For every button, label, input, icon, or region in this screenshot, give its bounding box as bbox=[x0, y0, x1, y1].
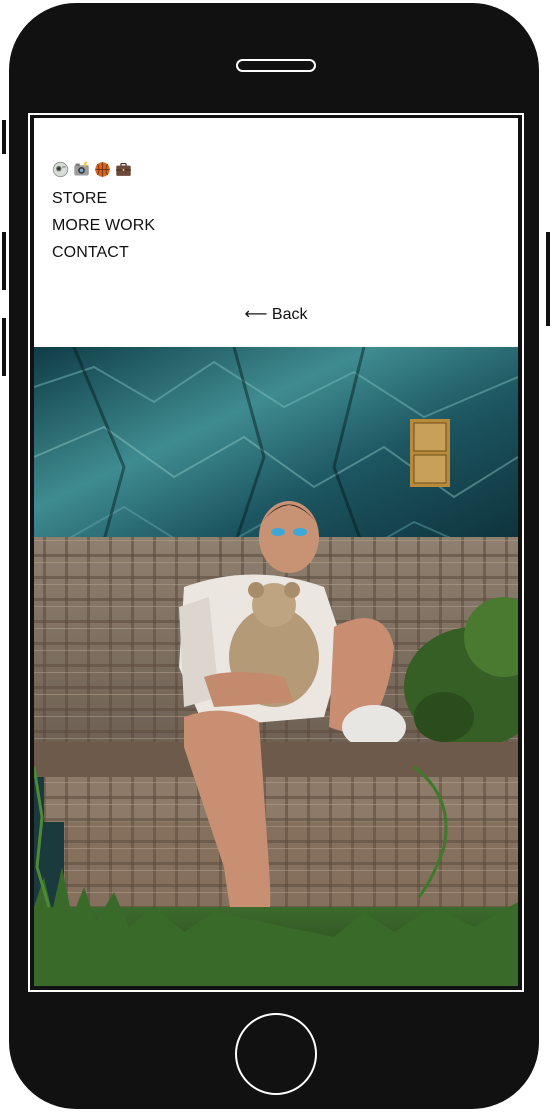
emoji-links bbox=[52, 161, 132, 179]
nav-link-store[interactable]: STORE bbox=[52, 185, 155, 212]
nav-item-more-work: MORE WORK bbox=[52, 212, 155, 239]
speaker-grille bbox=[236, 59, 316, 72]
nav-item-contact: CONTACT bbox=[52, 239, 155, 266]
nav-link-more-work[interactable]: MORE WORK bbox=[52, 212, 155, 239]
briefcase-icon[interactable] bbox=[115, 161, 132, 178]
nav-item-store: STORE bbox=[52, 185, 155, 212]
home-button[interactable] bbox=[235, 1013, 317, 1095]
back-link[interactable]: ⟵ Back bbox=[34, 304, 518, 324]
device-mockup: STORE MORE WORK CONTACT ⟵ Back bbox=[0, 0, 552, 1120]
nav-link-contact[interactable]: CONTACT bbox=[52, 239, 155, 266]
phone-screen: STORE MORE WORK CONTACT ⟵ Back bbox=[34, 118, 518, 986]
portfolio-photo bbox=[34, 347, 518, 986]
site-header: STORE MORE WORK CONTACT ⟵ Back bbox=[34, 118, 518, 347]
power-button bbox=[544, 230, 552, 328]
photo-illustration bbox=[34, 347, 518, 986]
camera-flash-icon[interactable] bbox=[73, 161, 90, 178]
ghost-camera-icon[interactable] bbox=[52, 161, 69, 178]
basketball-icon[interactable] bbox=[94, 161, 111, 178]
main-nav: STORE MORE WORK CONTACT bbox=[52, 185, 155, 266]
